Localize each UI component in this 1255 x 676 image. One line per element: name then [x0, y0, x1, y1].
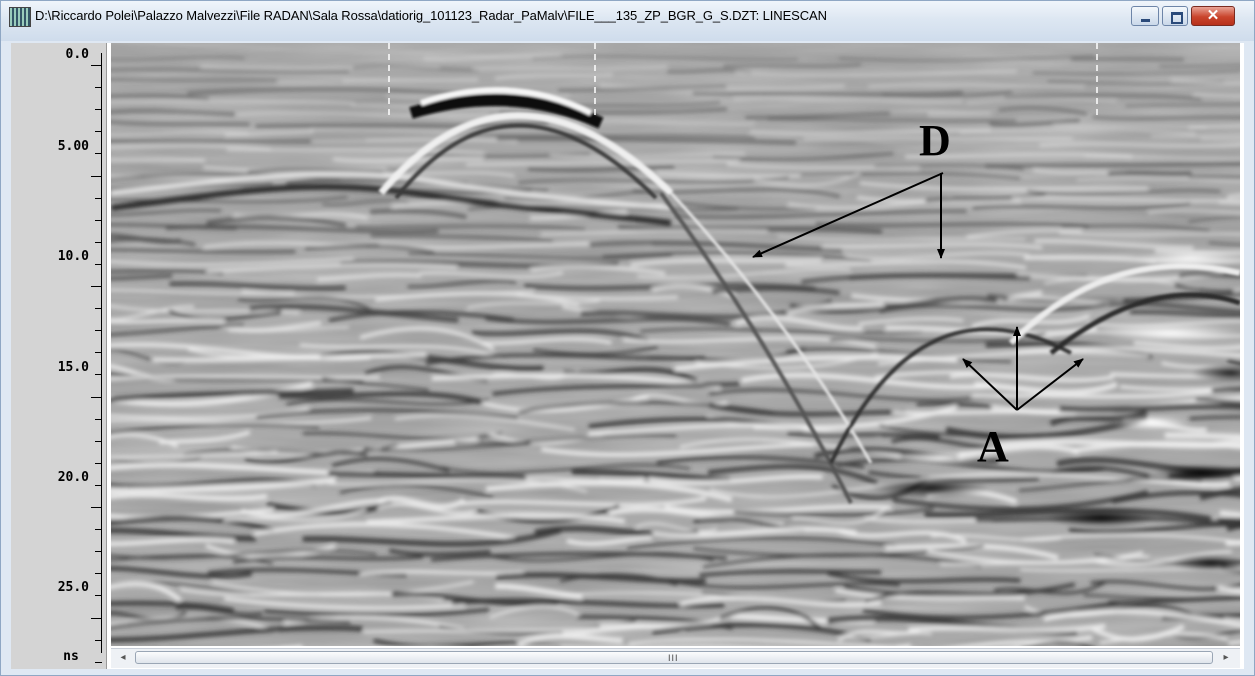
- ruler-tick: [95, 87, 102, 89]
- ruler-tick: [95, 197, 102, 199]
- ruler-tick: [95, 153, 102, 155]
- ruler-tick: [95, 440, 102, 442]
- ruler-label-0: 0.0: [65, 47, 89, 62]
- ruler-tick: [95, 263, 102, 265]
- annotation-d-label: D: [919, 116, 951, 165]
- ruler-unit-label: ns: [63, 649, 79, 664]
- ruler-tick: [95, 109, 102, 111]
- ruler-tick: [91, 175, 102, 177]
- ruler-tick: [95, 330, 102, 332]
- ruler-tick: [95, 573, 102, 575]
- close-button[interactable]: ✕: [1191, 6, 1235, 26]
- radargram-plot[interactable]: D A: [111, 43, 1240, 646]
- ruler-label-15: 15.0: [57, 360, 89, 375]
- scroll-left-icon[interactable]: ◂: [115, 651, 131, 665]
- scrollbar-thumb[interactable]: III: [135, 651, 1213, 664]
- ruler-label-20: 20.0: [57, 470, 89, 485]
- ruler-label-5: 5.00: [57, 139, 89, 154]
- ruler-tick: [95, 551, 102, 553]
- ruler-tick: [95, 661, 102, 663]
- window-title: D:\Riccardo Polei\Palazzo Malvezzi\File …: [35, 8, 827, 23]
- ruler-tick: [95, 352, 102, 354]
- minimize-button[interactable]: [1131, 6, 1159, 26]
- ruler-tick: [95, 418, 102, 420]
- ruler-tick: [95, 241, 102, 243]
- ruler-tick: [91, 65, 102, 66]
- time-depth-ruler: 0.0 5.00 10.0 15.0 20.0 25.0 ns: [11, 43, 107, 669]
- ruler-tick: [91, 286, 102, 287]
- horizontal-scrollbar[interactable]: ◂ III ▸: [111, 648, 1240, 668]
- radan-linescan-window: D:\Riccardo Polei\Palazzo Malvezzi\File …: [0, 0, 1255, 676]
- client-area: 0.0 5.00 10.0 15.0 20.0 25.0 ns D A ◂ II…: [11, 43, 1244, 669]
- annotation-a-label: A: [977, 422, 1009, 471]
- ruler-tick: [95, 462, 102, 464]
- ruler-tick: [95, 595, 102, 597]
- ruler-tick: [95, 308, 102, 310]
- title-bar[interactable]: D:\Riccardo Polei\Palazzo Malvezzi\File …: [1, 1, 1254, 41]
- ruler-tick: [95, 484, 102, 486]
- ruler-tick: [95, 529, 102, 531]
- ruler-tick: [95, 131, 102, 133]
- ruler-tick: [95, 219, 102, 221]
- ruler-tick: [91, 507, 102, 508]
- ruler-tick: [91, 396, 102, 398]
- ruler-tick: [91, 617, 102, 619]
- maximize-icon: [1171, 12, 1183, 24]
- ruler-tick: [95, 374, 102, 376]
- ruler-label-10: 10.0: [57, 249, 89, 264]
- ruler-tick: [95, 639, 102, 641]
- scroll-right-icon[interactable]: ▸: [1218, 651, 1234, 665]
- ruler-label-25: 25.0: [57, 580, 89, 595]
- minimize-icon: [1141, 19, 1150, 22]
- maximize-button[interactable]: [1162, 6, 1188, 26]
- close-icon: ✕: [1206, 7, 1220, 24]
- annotation-arrows: [752, 172, 1084, 411]
- scrollbar-grip-icon: III: [668, 653, 679, 663]
- radan-app-icon[interactable]: [9, 7, 31, 27]
